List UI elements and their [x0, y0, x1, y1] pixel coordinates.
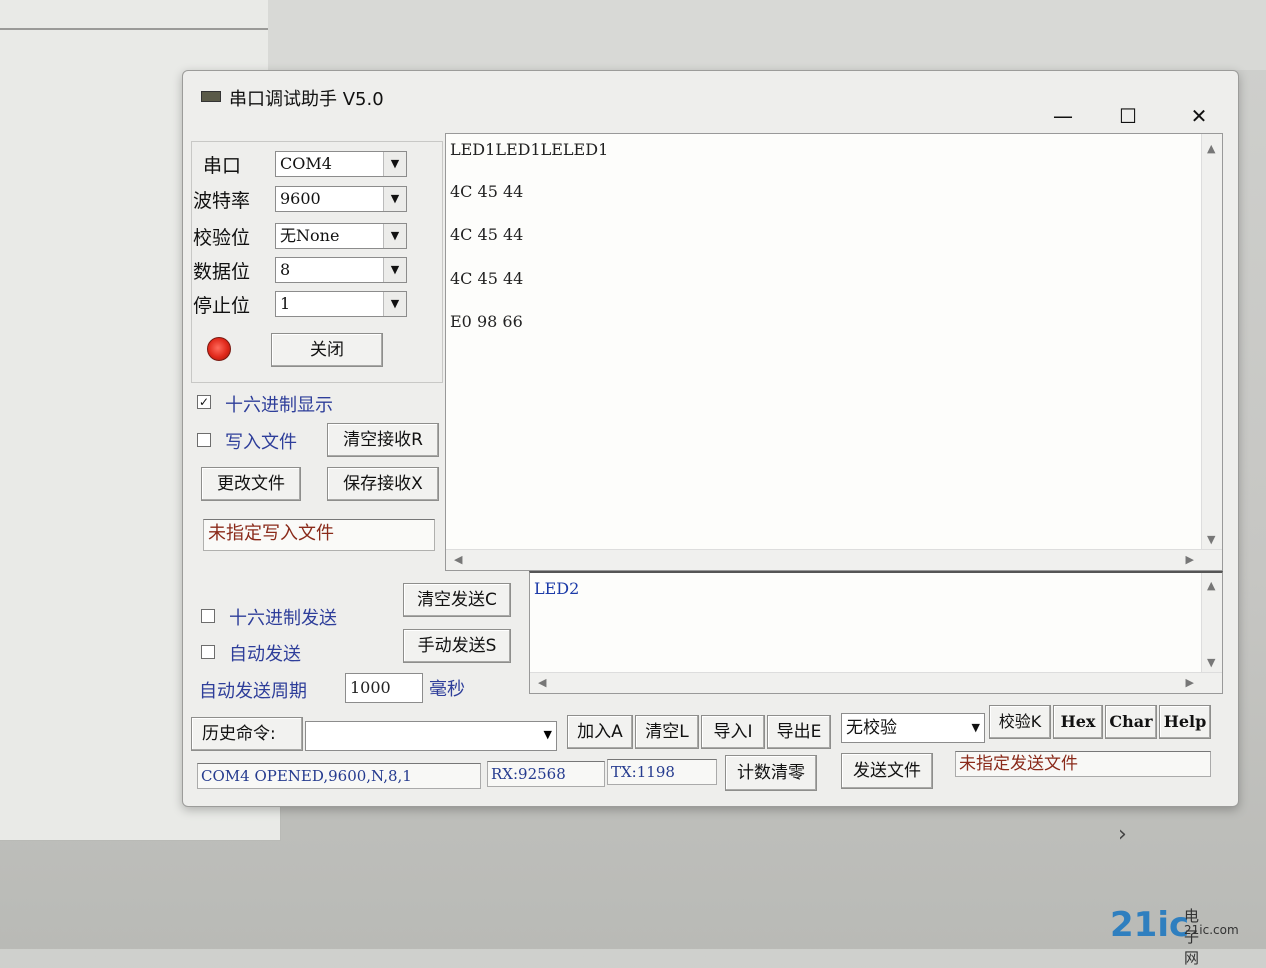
reset-counter-button[interactable]: 计数清零 — [725, 755, 817, 791]
dropdown-arrow-icon[interactable]: ▼ — [972, 714, 980, 742]
send-horizontal-scrollbar[interactable]: ◀ ▶ — [530, 672, 1222, 693]
export-button[interactable]: 导出E — [767, 715, 831, 749]
databits-label: 数据位 — [193, 261, 251, 283]
rx-counter: RX:92568 — [487, 761, 605, 787]
scroll-up-icon[interactable]: ▲ — [1207, 142, 1215, 155]
help-button[interactable]: Help — [1159, 705, 1211, 739]
maximize-button[interactable]: ☐ — [1108, 101, 1148, 131]
scroll-down-icon[interactable]: ▼ — [1207, 533, 1215, 546]
port-value: COM4 — [280, 154, 332, 173]
auto-send-label: 自动发送 — [229, 644, 301, 665]
hex-button[interactable]: Hex — [1053, 705, 1103, 739]
watermark-site: 21ic.com — [1184, 923, 1239, 937]
hex-send-label: 十六进制发送 — [229, 608, 337, 629]
chevron-right-icon: › — [1118, 822, 1127, 847]
port-select[interactable]: COM4 ▼ — [275, 151, 407, 177]
databits-value: 8 — [280, 260, 291, 279]
scroll-up-icon[interactable]: ▲ — [1207, 579, 1215, 592]
serial-debug-window: 串口调试助手 V5.0 — ☐ ✕ 串口 COM4 ▼ 波特率 9600 ▼ 校验位… — [182, 70, 1239, 807]
receive-line: E0 98 66 — [450, 312, 523, 331]
close-window-button[interactable]: ✕ — [1179, 101, 1219, 131]
parity-label: 校验位 — [193, 227, 251, 249]
receive-line: 4C 45 44 — [450, 269, 524, 288]
watermark-logo: 21ic 电子网 21ic.com — [1110, 905, 1239, 967]
app-icon — [201, 91, 221, 102]
parity-select[interactable]: 无None ▼ — [275, 223, 407, 249]
baud-label: 波特率 — [193, 190, 251, 212]
auto-send-period-input[interactable]: 1000 — [345, 673, 423, 703]
port-label: 串口 — [203, 155, 242, 177]
stopbits-value: 1 — [280, 294, 291, 313]
hex-send-checkbox[interactable] — [201, 609, 215, 623]
close-port-button[interactable]: 关闭 — [271, 333, 383, 367]
history-label: 历史命令: — [191, 717, 303, 751]
scroll-down-icon[interactable]: ▼ — [1207, 656, 1215, 669]
parity-value: 无None — [280, 226, 340, 245]
minimize-button[interactable]: — — [1043, 101, 1083, 131]
receive-vertical-scrollbar[interactable]: ▲ ▼ — [1201, 134, 1222, 550]
send-file-button[interactable]: 发送文件 — [841, 753, 933, 789]
change-file-button[interactable]: 更改文件 — [201, 467, 301, 501]
stopbits-select[interactable]: 1 ▼ — [275, 291, 407, 317]
port-status-led-icon — [207, 337, 231, 361]
scroll-right-icon[interactable]: ▶ — [1186, 553, 1194, 566]
write-file-checkbox[interactable] — [197, 433, 211, 447]
manual-send-button[interactable]: 手动发送S — [403, 629, 511, 663]
dropdown-arrow-icon[interactable]: ▼ — [383, 292, 406, 316]
write-file-label: 写入文件 — [225, 432, 297, 453]
dropdown-arrow-icon[interactable]: ▼ — [383, 258, 406, 282]
background-divider — [0, 28, 268, 30]
port-status-text: COM4 OPENED,9600,N,8,1 — [197, 763, 481, 789]
period-unit-label: 毫秒 — [429, 679, 465, 700]
checksum-value: 无校验 — [846, 718, 897, 738]
checksum-button[interactable]: 校验K — [989, 705, 1051, 739]
import-button[interactable]: 导入I — [701, 715, 765, 749]
dropdown-arrow-icon[interactable]: ▼ — [544, 728, 552, 741]
window-title: 串口调试助手 V5.0 — [229, 89, 384, 110]
receive-file-path: 未指定写入文件 — [203, 519, 435, 551]
receive-line: LED1LED1LELED1 — [450, 140, 609, 159]
baud-select[interactable]: 9600 ▼ — [275, 186, 407, 212]
stopbits-label: 停止位 — [193, 295, 251, 317]
databits-select[interactable]: 8 ▼ — [275, 257, 407, 283]
save-receive-button[interactable]: 保存接收X — [327, 467, 439, 501]
dropdown-arrow-icon[interactable]: ▼ — [383, 187, 406, 211]
scroll-left-icon[interactable]: ◀ — [454, 553, 462, 566]
clear-send-button[interactable]: 清空发送C — [403, 583, 511, 617]
dropdown-arrow-icon[interactable]: ▼ — [383, 224, 406, 248]
dropdown-arrow-icon[interactable]: ▼ — [383, 152, 406, 176]
send-text-area[interactable]: LED2 ▲ ▼ ◀ ▶ — [529, 571, 1223, 694]
scroll-left-icon[interactable]: ◀ — [538, 676, 546, 689]
clear-receive-button[interactable]: 清空接收R — [327, 423, 439, 457]
baud-value: 9600 — [280, 189, 321, 208]
auto-send-checkbox[interactable] — [201, 645, 215, 659]
scroll-right-icon[interactable]: ▶ — [1186, 676, 1194, 689]
hex-display-label: 十六进制显示 — [225, 395, 333, 416]
receive-text-area[interactable]: LED1LED1LELED1 4C 45 44 4C 45 44 4C 45 4… — [445, 133, 1223, 571]
auto-send-period-label: 自动发送周期 — [199, 681, 307, 702]
send-text: LED2 — [534, 579, 580, 598]
title-bar: 串口调试助手 V5.0 — ☐ ✕ — [183, 71, 1238, 129]
add-history-button[interactable]: 加入A — [567, 715, 633, 749]
tx-counter: TX:1198 — [607, 759, 717, 785]
background-panel — [268, 0, 1266, 70]
receive-horizontal-scrollbar[interactable]: ◀ ▶ — [446, 549, 1222, 570]
char-button[interactable]: Char — [1105, 705, 1157, 739]
send-vertical-scrollbar[interactable]: ▲ ▼ — [1201, 573, 1222, 673]
history-select[interactable]: ▼ — [305, 721, 557, 751]
clear-history-button[interactable]: 清空L — [635, 715, 699, 749]
send-file-path: 未指定发送文件 — [955, 751, 1211, 777]
watermark-brand: 21ic — [1110, 905, 1190, 945]
receive-line: 4C 45 44 — [450, 182, 524, 201]
receive-line: 4C 45 44 — [450, 225, 524, 244]
checksum-select[interactable]: 无校验 ▼ — [841, 713, 985, 743]
hex-display-checkbox[interactable]: ✓ — [197, 395, 211, 409]
